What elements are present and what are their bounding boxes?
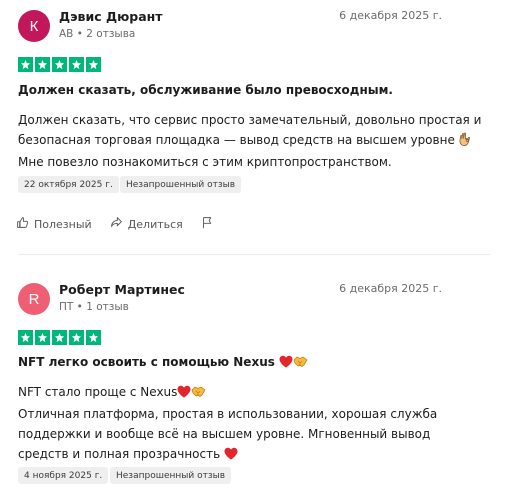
share-label: Делиться — [127, 217, 183, 231]
star-icon — [35, 57, 50, 72]
star-icon — [18, 330, 33, 345]
meta-separator: • — [76, 28, 83, 40]
reviewer-meta: AB • 2 отзыва — [59, 28, 135, 40]
star-icon — [86, 330, 101, 345]
share-icon — [110, 216, 123, 232]
review-body-line-with-emoji: NFT стало проще с Nexus — [18, 382, 458, 404]
share-button[interactable]: Делиться — [110, 216, 183, 232]
reviewer-name[interactable]: Роберт Мартинес — [59, 282, 185, 297]
handshake-emoji — [293, 355, 308, 371]
avatar[interactable]: R — [18, 283, 50, 315]
review-body: Должен сказать, что сервис просто замеча… — [18, 110, 482, 172]
review-date: 6 декабря 2025 г. — [339, 9, 442, 22]
review-title[interactable]: Должен сказать, обслуживание было превос… — [18, 83, 393, 97]
unprompted-review-badge[interactable]: Незапрошенный отзыв — [110, 467, 232, 484]
star-icon — [35, 330, 50, 345]
heart-emoji — [279, 355, 293, 371]
review-body-line-with-emoji: безопасная торговая площадка — вывод сре… — [18, 130, 470, 152]
review-body-line: Мне повезло познакомиться с этим криптоп… — [18, 155, 392, 169]
review-body-line: Должен сказать, что сервис просто замеча… — [18, 113, 482, 127]
star-icon — [69, 57, 84, 72]
thumb-up-icon — [16, 216, 29, 232]
useful-label: Полезный — [34, 217, 92, 231]
experience-date-badge: 4 ноября 2025 г. — [18, 467, 109, 484]
flag-icon — [201, 216, 214, 232]
star-icon — [18, 57, 33, 72]
ok-hand-emoji — [459, 132, 472, 152]
review-body: NFT стало проще с Nexus Отличная платфор… — [18, 382, 458, 466]
reviewer-meta: ПТ • 1 отзыв — [59, 301, 129, 313]
heart-emoji — [177, 384, 191, 404]
star-icon — [69, 330, 84, 345]
reviewer-name[interactable]: Дэвис Дюрант — [59, 9, 163, 24]
reviewer-review-count: 1 отзыв — [86, 301, 129, 313]
heart-emoji — [224, 446, 238, 466]
reviewer-country: AB — [59, 28, 74, 40]
review-actions: Полезный Делиться — [16, 216, 232, 232]
star-rating — [18, 57, 101, 72]
experience-date-badge: 22 октября 2025 г. — [18, 176, 119, 193]
report-button[interactable] — [201, 216, 214, 232]
review-divider — [18, 254, 490, 255]
reviewer-country: ПТ — [59, 301, 74, 313]
review-title-with-emoji[interactable]: NFT легко освоить с помощью Nexus — [18, 355, 308, 371]
meta-separator: • — [76, 301, 83, 313]
star-icon — [86, 57, 101, 72]
avatar[interactable]: К — [18, 10, 50, 42]
reviewer-review-count: 2 отзыва — [86, 28, 136, 40]
star-icon — [52, 57, 67, 72]
review-body-line: Отличная платформа, простая в использова… — [18, 407, 438, 421]
review-date: 6 декабря 2025 г. — [339, 282, 442, 295]
star-rating — [18, 330, 101, 345]
unprompted-review-badge[interactable]: Незапрошенный отзыв — [120, 176, 242, 193]
review-body-line-with-emoji: средств и полная прозрачность — [18, 444, 458, 466]
review-title: NFT легко освоить с помощью Nexus — [18, 355, 275, 369]
star-icon — [52, 330, 67, 345]
handshake-emoji — [191, 384, 206, 404]
review-body-line: поддержки и вообще всё на высшем уровне.… — [18, 427, 431, 441]
useful-button[interactable]: Полезный — [16, 216, 92, 232]
